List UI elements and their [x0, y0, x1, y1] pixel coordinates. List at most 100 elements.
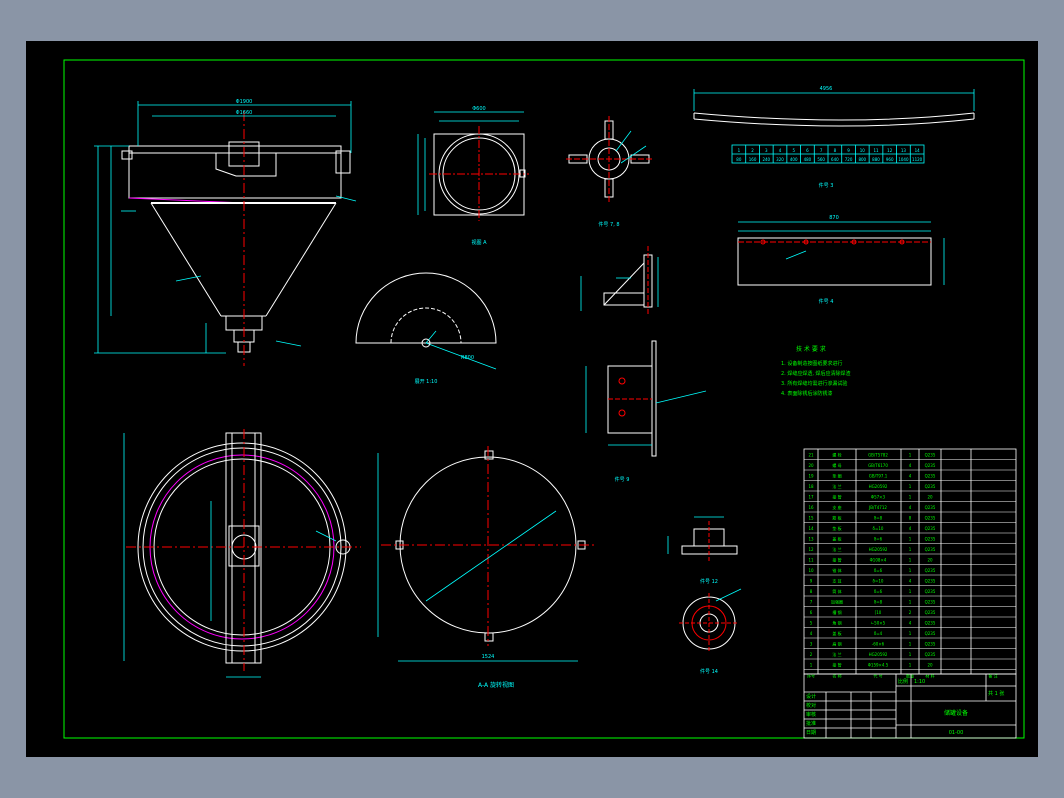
parts-table-cell: 15 [808, 516, 814, 521]
sector-caption: 展开 1:10 [415, 379, 438, 385]
parts-table-cell: δ=10 [873, 579, 884, 584]
parts-table-cell: 2 [909, 610, 912, 615]
parts-table-cell: 5 [810, 621, 813, 626]
tb-scale-label: 比例 [898, 678, 908, 685]
plan-view [123, 429, 361, 678]
parts-table-cell: 法 兰 [832, 546, 841, 552]
parts-table-cell: 4 [909, 463, 912, 468]
plate-right-view [737, 221, 945, 286]
notes-line-3: 3. 所有焊缝均需进行渗漏试验 [781, 380, 847, 387]
plate-view [377, 446, 596, 662]
strip-table-value: 800 [858, 157, 866, 162]
parts-table-cell: 16 [808, 505, 814, 510]
parts-table-cell: 1 [909, 663, 912, 668]
parts-table-cell: 9 [810, 579, 813, 584]
parts-table-cell: 盖 板 [832, 630, 841, 636]
sector-dim: R800 [461, 355, 474, 361]
front-view [121, 111, 351, 366]
parts-table-cell: Q235 [925, 453, 936, 458]
parts-table-cell: 1 [909, 558, 912, 563]
parts-table-cell: 筒 体 [832, 588, 841, 594]
parts-table-cell: 7 [810, 600, 813, 605]
front-view-inner-dim: Φ1660 [236, 110, 253, 116]
parts-table-cell: 支 耳 [832, 578, 841, 584]
parts-table-cell: HG20592 [869, 484, 888, 489]
parts-table-cell: 1 [909, 568, 912, 573]
parts-table-cell: Q235 [925, 652, 936, 657]
tb-label-approve: 批准 [806, 720, 816, 727]
parts-table-cell: 19 [808, 474, 814, 479]
parts-table-cell: 4 [909, 579, 912, 584]
parts-table-cell: Q235 [925, 474, 936, 479]
parts-table-cell: Q235 [925, 526, 936, 531]
parts-table-cell: 接 管 [832, 662, 841, 668]
parts-table-cell: Φ159×4.5 [868, 663, 889, 668]
strip-table-value: 480 [804, 157, 812, 162]
plan-view-title: A-A 旋转视图 [478, 681, 514, 689]
parts-table-cell: Q235 [925, 547, 936, 552]
parts-table-cell: 1 [909, 453, 912, 458]
strip-table-value: 240 [762, 157, 770, 162]
parts-table-cell: δ=8 [874, 516, 883, 521]
parts-table-cell: GB/T6170 [868, 463, 888, 468]
parts-table-cell: δ=8 [874, 600, 883, 605]
parts-table-cell: 1 [909, 652, 912, 657]
parts-table-cell: Φ108×4 [870, 558, 887, 563]
tb-scale: 1:10 [914, 679, 925, 685]
title-block-text: 设计 校对 审核 批准 日期 比例 1:10 共 1 张 储罐设备 01-00 [806, 678, 1004, 736]
parts-table-cell: 6 [810, 610, 813, 615]
parts-table-cell: 1 [909, 495, 912, 500]
parts-table-cell: 4 [909, 505, 912, 510]
parts-table-cell: 4 [909, 474, 912, 479]
parts-table-cell: 4 [909, 526, 912, 531]
small-top-caption: 件号 12 [700, 578, 718, 585]
parts-table-cell: 14 [808, 526, 814, 531]
parts-table-cell: Q235 [925, 463, 936, 468]
strip-table-index: 9 [847, 148, 850, 153]
strip-table-index: 10 [860, 148, 866, 153]
parts-table-cell: δ=6 [874, 568, 883, 573]
strip-table-index: 4 [779, 148, 782, 153]
tb-drawing-no: 01-00 [949, 730, 964, 736]
tb-label-review: 审核 [806, 711, 816, 718]
support-view [585, 340, 707, 457]
parts-table-cell: 扁 钢 [832, 641, 841, 647]
parts-table: 21 螺 栓 GB/T5782 1 Q23520 螺 母 GB/T6170 4 Q23519 垫 … [804, 449, 1016, 679]
ring-caption: 视图 A [471, 239, 487, 246]
parts-table-cell: JB/T4712 [868, 505, 887, 510]
strip-table-value: 1120 [912, 157, 923, 162]
strip-table-index: 1 [738, 148, 741, 153]
parts-table-cell: 10 [808, 568, 814, 573]
parts-table-cell: 21 [808, 453, 814, 458]
strip-table-value: 560 [817, 157, 825, 162]
strip-table-index: 3 [765, 148, 768, 153]
parts-table-cell: 盖 板 [832, 536, 841, 542]
parts-table-cell: 20 [808, 463, 814, 468]
strip-table-index: 11 [873, 148, 879, 153]
parts-table-cell: GB/T5782 [868, 453, 888, 458]
parts-table-cell: 20 [927, 663, 933, 668]
parts-table-cell: Φ57×3 [871, 495, 886, 500]
parts-table-cell: δ=6 [874, 537, 883, 542]
parts-table-cell: 1 [909, 631, 912, 636]
parts-table-cell: Q235 [925, 484, 936, 489]
parts-table-cell: 槽 钢 [832, 609, 841, 615]
parts-table-cell: 1 [909, 484, 912, 489]
parts-table-cell: 法 兰 [832, 651, 841, 657]
parts-table-cell: 角 钢 [832, 620, 841, 626]
parts-table-cell: 螺 母 [832, 462, 841, 468]
clamp-caption: 件号 7, 8 [598, 221, 619, 228]
parts-table-header-cell: 代 号 [873, 673, 882, 679]
parts-table-cell: Q235 [925, 505, 936, 510]
strip-table-value: 720 [845, 157, 853, 162]
drawing-sheet: Φ1900 Φ1660 Φ600 视图 A 件号 7, 8 4956 1 80 … [26, 41, 1038, 757]
parts-table-cell: 垫 圈 [832, 473, 841, 479]
parts-table-cell: Q235 [925, 568, 936, 573]
parts-table-header-cell: 备 注 [988, 673, 997, 679]
parts-table-header-cell: 名 称 [832, 673, 841, 679]
tb-name: 储罐设备 [944, 709, 968, 717]
bracket-caption: 件号 9 [615, 476, 630, 483]
cross-clamp-view [566, 116, 654, 203]
parts-table-cell: 1 [909, 600, 912, 605]
parts-table-header-cell: 序号 [807, 673, 815, 679]
